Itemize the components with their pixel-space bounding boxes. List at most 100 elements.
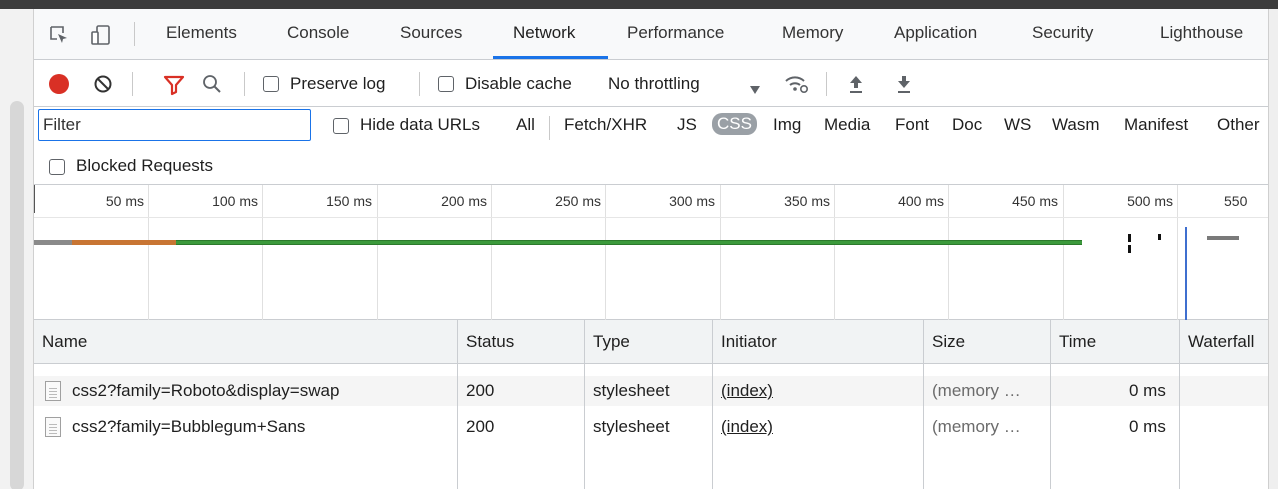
page-scrollbar[interactable] (0, 9, 34, 489)
filter-icon[interactable] (163, 74, 185, 96)
overview-bar-green (176, 240, 1082, 245)
blocked-requests-label[interactable]: Blocked Requests (76, 156, 213, 176)
tab-security[interactable]: Security (1032, 23, 1093, 43)
column-divider[interactable] (1050, 320, 1051, 489)
search-icon[interactable] (202, 74, 222, 94)
filter-type-other[interactable]: Other (1217, 115, 1260, 135)
overview-bar-orange (72, 240, 176, 245)
col-header-size[interactable]: Size (932, 332, 965, 352)
tick-label: 200 ms (441, 193, 487, 209)
tab-network[interactable]: Network (513, 23, 575, 43)
tick-label: 550 (1224, 193, 1248, 209)
cell-size: (memory … (932, 417, 1021, 436)
grid-line (720, 185, 721, 320)
grid-line (1063, 185, 1064, 320)
table-header: Name Status Type Initiator Size Time Wat… (34, 320, 1268, 364)
cell-size: (memory … (932, 381, 1021, 400)
column-divider[interactable] (457, 320, 458, 489)
hide-data-urls-label[interactable]: Hide data URLs (360, 115, 480, 135)
file-icon (45, 381, 61, 401)
network-conditions-icon[interactable] (784, 73, 810, 95)
cell-name[interactable]: css2?family=Bubblegum+Sans (72, 417, 305, 437)
hide-data-urls-checkbox[interactable] (333, 118, 349, 134)
tab-performance[interactable]: Performance (627, 23, 724, 43)
cell-status: 200 (466, 381, 495, 400)
overview-bar-gray (1207, 236, 1239, 240)
cell-name[interactable]: css2?family=Roboto&display=swap (72, 381, 339, 401)
upload-icon[interactable] (848, 73, 864, 95)
grid-line (605, 185, 606, 320)
filter-type-media[interactable]: Media (824, 115, 870, 135)
cell-type: stylesheet (593, 381, 670, 400)
throttling-select[interactable]: No throttling (608, 74, 700, 94)
network-overview[interactable]: 50 ms 100 ms 150 ms 200 ms 250 ms 300 ms… (34, 185, 1268, 320)
cell-time: 0 ms (1129, 417, 1166, 436)
filter-type-doc[interactable]: Doc (952, 115, 982, 135)
network-toolbar: Preserve log Disable cache No throttling (34, 61, 1268, 107)
filter-input[interactable] (38, 109, 311, 141)
column-divider[interactable] (923, 320, 924, 489)
download-icon[interactable] (896, 73, 912, 95)
col-header-type[interactable]: Type (593, 332, 630, 352)
col-header-name[interactable]: Name (42, 332, 87, 352)
separator (826, 72, 827, 96)
tab-elements[interactable]: Elements (166, 23, 237, 43)
filter-type-wasm[interactable]: Wasm (1052, 115, 1100, 135)
disable-cache-checkbox[interactable] (438, 76, 454, 92)
preserve-log-checkbox[interactable] (263, 76, 279, 92)
filter-type-css[interactable]: CSS (712, 113, 757, 135)
grid-line (148, 185, 149, 320)
tab-lighthouse[interactable]: Lighthouse (1160, 23, 1243, 43)
col-header-waterfall[interactable]: Waterfall (1188, 332, 1254, 352)
devtools-panel: Elements Console Sources Network Perform… (34, 9, 1268, 489)
column-divider[interactable] (1179, 320, 1180, 489)
tick-label: 500 ms (1127, 193, 1173, 209)
dom-content-loaded-line (1185, 227, 1187, 320)
col-header-time[interactable]: Time (1059, 332, 1096, 352)
filter-type-js[interactable]: JS (677, 115, 697, 135)
tab-console[interactable]: Console (287, 23, 349, 43)
filter-type-ws[interactable]: WS (1004, 115, 1031, 135)
filter-type-fetch-xhr[interactable]: Fetch/XHR (564, 115, 647, 135)
window-top-border (0, 0, 1278, 9)
cell-type: stylesheet (593, 417, 670, 436)
disable-cache-label[interactable]: Disable cache (465, 74, 572, 94)
filter-type-font[interactable]: Font (895, 115, 929, 135)
clear-icon[interactable] (93, 74, 113, 94)
column-divider[interactable] (712, 320, 713, 489)
overview-divider (34, 217, 1268, 218)
filter-type-manifest[interactable]: Manifest (1124, 115, 1188, 135)
active-tab-indicator (493, 56, 608, 59)
overview-bar-gray (34, 240, 72, 245)
tab-memory[interactable]: Memory (782, 23, 843, 43)
scrollbar-thumb[interactable] (10, 101, 24, 489)
filter-type-img[interactable]: Img (773, 115, 801, 135)
file-icon (45, 417, 61, 437)
tab-sources[interactable]: Sources (400, 23, 462, 43)
preserve-log-label[interactable]: Preserve log (290, 74, 385, 94)
chevron-down-icon[interactable] (750, 80, 760, 94)
filter-type-all[interactable]: All (516, 115, 535, 135)
cell-initiator-link[interactable]: (index) (721, 417, 773, 437)
cell-initiator-link[interactable]: (index) (721, 381, 773, 401)
device-toolbar-icon[interactable] (90, 24, 112, 46)
tick-label: 400 ms (898, 193, 944, 209)
devtools-tab-bar: Elements Console Sources Network Perform… (34, 9, 1268, 60)
tab-application[interactable]: Application (894, 23, 977, 43)
table-row[interactable]: css2?family=Bubblegum+Sans 200 styleshee… (34, 412, 1268, 442)
tick-label: 450 ms (1012, 193, 1058, 209)
filter-bar: Hide data URLs All Fetch/XHR JS CSS Img … (34, 107, 1268, 149)
grid-line (834, 185, 835, 320)
grid-line (1177, 185, 1178, 320)
tick-label: 250 ms (555, 193, 601, 209)
blocked-requests-checkbox[interactable] (49, 159, 65, 175)
grid-line (948, 185, 949, 320)
record-icon[interactable] (49, 74, 69, 94)
cell-time: 0 ms (1129, 381, 1166, 400)
col-header-status[interactable]: Status (466, 332, 514, 352)
blocked-requests-row: Blocked Requests (34, 149, 1268, 185)
column-divider[interactable] (584, 320, 585, 489)
table-row[interactable]: css2?family=Roboto&display=swap 200 styl… (34, 376, 1268, 406)
col-header-initiator[interactable]: Initiator (721, 332, 777, 352)
inspect-element-icon[interactable] (48, 24, 70, 46)
